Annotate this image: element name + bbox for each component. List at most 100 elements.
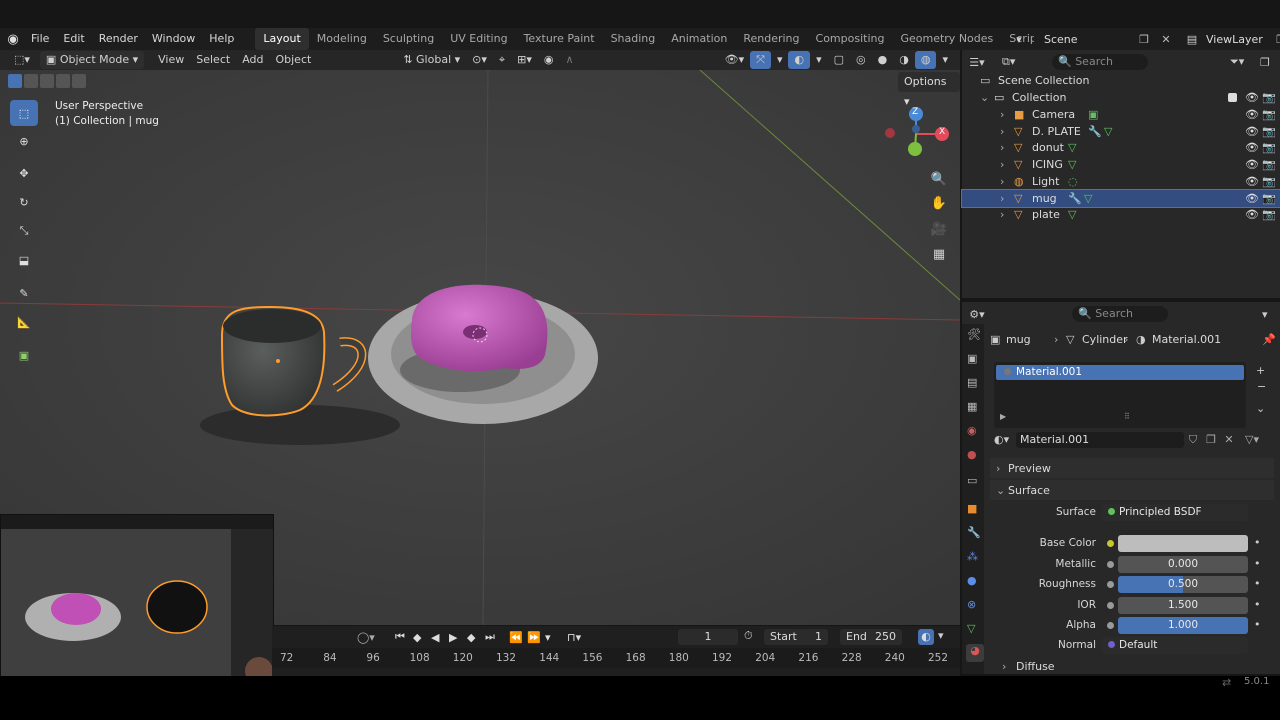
options-button[interactable]: Options ▾ — [898, 72, 960, 108]
collection-row[interactable]: ⌄ ▭ Collection 👁 📷 — [962, 89, 1280, 106]
select-invert-icon[interactable] — [56, 74, 70, 88]
select-box-tool[interactable]: ⬚ — [10, 100, 38, 126]
gizmo-dropdown-icon[interactable]: ▾ — [771, 51, 789, 69]
outliner-item-d-plate[interactable]: › ▽ D. PLATE 🔧 ▽ 👁 📷 — [962, 123, 1280, 140]
surface-shader-field[interactable]: Principled BSDF — [1102, 504, 1248, 521]
menu-file[interactable]: File — [24, 28, 56, 50]
pin-icon[interactable]: 📌 — [1262, 333, 1280, 346]
camera-data-icon[interactable]: ▣ — [1088, 108, 1104, 121]
wireframe-shading-icon[interactable]: ◎ — [850, 51, 872, 69]
add-slot-icon[interactable]: + — [1256, 364, 1265, 377]
view-layer-icon[interactable]: ▤ — [1178, 33, 1206, 46]
start-frame-field[interactable]: Start 1 — [764, 629, 828, 645]
overlay-dropdown-icon[interactable]: ▾ — [810, 51, 828, 69]
select-extend-icon[interactable] — [24, 74, 38, 88]
render-camera-icon[interactable]: 📷 — [1262, 141, 1280, 154]
keyframe-next-icon[interactable]: ⏩ — [527, 631, 543, 644]
rotate-tool[interactable]: ↻ — [10, 189, 38, 215]
snap-target-icon[interactable]: ⊞▾ — [511, 51, 538, 69]
constraints-tab-icon[interactable]: ⊗ — [967, 598, 976, 611]
mesh-data-icon[interactable]: ▽ — [1068, 208, 1084, 221]
duplicate-material-icon[interactable]: ❐ — [1202, 433, 1220, 446]
material-name-field[interactable]: Material.001 — [1016, 431, 1184, 448]
display-mode-icon[interactable]: ⧉▾ — [992, 55, 1052, 69]
physics-tab-icon[interactable]: ● — [967, 574, 977, 587]
visibility-eye-icon[interactable]: 👁 — [1245, 158, 1262, 171]
snap-timeline-icon[interactable]: ⊓▾ — [567, 631, 589, 644]
workspace-tab-animation[interactable]: Animation — [663, 28, 735, 50]
workspace-tab-uv-editing[interactable]: UV Editing — [442, 28, 515, 50]
outliner-item-light[interactable]: › ◍ Light ◌ 👁 📷 — [962, 173, 1280, 190]
outliner-item-donut[interactable]: › ▽ donut ▽ 👁 📷 — [962, 139, 1280, 156]
navigation-gizmo[interactable]: Z X — [880, 104, 952, 164]
keyframe-prev-icon[interactable]: ⏪ — [509, 631, 525, 644]
mesh-data-icon[interactable]: ▽ — [1068, 158, 1084, 171]
menu-select[interactable]: Select — [190, 51, 236, 69]
workspace-tab-layout[interactable]: Layout — [255, 28, 309, 50]
proportional-edit-icon[interactable]: ◉ — [538, 51, 560, 69]
modifier-icon[interactable]: 🔧 — [1088, 125, 1104, 138]
visibility-eye-icon[interactable]: 👁 — [1245, 125, 1262, 138]
ortho-toggle-icon[interactable]: ▦ — [928, 243, 950, 265]
autokey-icon[interactable]: ◯▾ — [357, 631, 377, 644]
collection-expand-icon[interactable]: ⌄ — [980, 91, 994, 104]
expand-arrow-icon[interactable]: › — [1000, 175, 1014, 188]
fake-user-icon[interactable]: ⛉ — [1184, 433, 1202, 447]
falloff-icon[interactable]: ∧ — [559, 51, 579, 69]
outliner-item-camera[interactable]: › ■ Camera ▣ 👁 📷 — [962, 106, 1280, 123]
metallic-field[interactable]: 0.000 — [1118, 556, 1248, 573]
alpha-field[interactable]: 1.000 — [1118, 617, 1248, 634]
transform-orientation-dropdown[interactable]: ⇅ Global ▾ — [397, 51, 466, 69]
end-frame-field[interactable]: End 250 — [840, 629, 902, 645]
jump-keyframe-back-icon[interactable]: ◆ — [413, 631, 429, 644]
preview-panel-header[interactable]: › Preview — [990, 458, 1274, 478]
gizmo-toggle-icon[interactable]: ⤧ — [750, 51, 771, 69]
remove-scene-icon[interactable]: ✕ — [1154, 33, 1178, 46]
pivot-point-icon[interactable]: ⊙▾ — [466, 51, 493, 69]
world-tab-icon[interactable]: ● — [967, 448, 977, 461]
scene-tab-icon[interactable]: ◉ — [967, 424, 977, 437]
material-tab-icon[interactable]: ◕ — [966, 644, 984, 662]
pan-hand-icon[interactable]: ✋ — [928, 192, 950, 214]
workspace-tab-shading[interactable]: Shading — [603, 28, 664, 50]
zoom-icon[interactable]: 🔍 — [928, 168, 950, 190]
keyframe-dot-icon[interactable]: • — [1254, 577, 1261, 590]
slot-specials-icon[interactable]: ⌄ — [1256, 402, 1265, 415]
timeline-view-icon[interactable]: ◐ — [918, 629, 934, 645]
select-intersect-icon[interactable] — [72, 74, 86, 88]
output-tab-icon[interactable]: ▤ — [967, 376, 977, 389]
outliner-search-field[interactable]: 🔍 Search — [1052, 54, 1148, 70]
current-frame-field[interactable]: 1 — [678, 629, 738, 645]
visibility-icon[interactable]: 👁▾ — [719, 51, 751, 69]
keyframe-dot-icon[interactable]: • — [1254, 536, 1261, 549]
visibility-eye-icon[interactable]: 👁 — [1245, 108, 1262, 121]
keyframe-dot-icon[interactable]: • — [1254, 557, 1261, 570]
render-camera-icon[interactable]: 📷 — [1262, 175, 1280, 188]
new-view-layer-icon[interactable]: ❐ — [1270, 33, 1280, 46]
expand-arrow-icon[interactable]: › — [1000, 208, 1014, 221]
menu-help[interactable]: Help — [202, 28, 241, 50]
move-tool[interactable]: ✥ — [10, 160, 38, 186]
render-camera-icon[interactable]: 📷 — [1262, 192, 1280, 205]
transform-tool[interactable]: ⬓ — [10, 247, 38, 273]
mesh-data-icon[interactable]: ▽ — [1068, 141, 1084, 154]
material-shading-icon[interactable]: ◑ — [893, 51, 915, 69]
render-camera-icon[interactable]: 📷 — [1262, 125, 1280, 138]
menu-edit[interactable]: Edit — [56, 28, 91, 50]
base-color-field[interactable] — [1118, 535, 1248, 552]
collection-visibility-icon[interactable]: 👁 — [1245, 91, 1262, 104]
roughness-field[interactable]: 0.500 — [1118, 576, 1248, 593]
play-icon[interactable]: ▶ — [449, 631, 465, 644]
scene-icon[interactable]: ▾ — [1004, 33, 1034, 46]
jump-end-icon[interactable]: ⏭ — [485, 630, 501, 644]
render-camera-icon[interactable]: 📷 — [1262, 208, 1280, 221]
rendered-shading-icon[interactable]: ◍ — [914, 51, 937, 69]
cursor-tool[interactable]: ⊕ — [10, 128, 38, 154]
data-tab-icon[interactable]: ▽ — [967, 622, 975, 635]
tool-tab-icon[interactable]: 🛠 — [967, 328, 981, 341]
material-filter-icon[interactable]: ▽▾ — [1242, 433, 1262, 446]
visibility-eye-icon[interactable]: 👁 — [1245, 141, 1262, 154]
visibility-eye-icon[interactable]: 👁 — [1245, 208, 1262, 221]
snap-icon[interactable]: ⌖ — [493, 51, 511, 69]
collection-tab-icon[interactable]: ▭ — [967, 474, 977, 487]
